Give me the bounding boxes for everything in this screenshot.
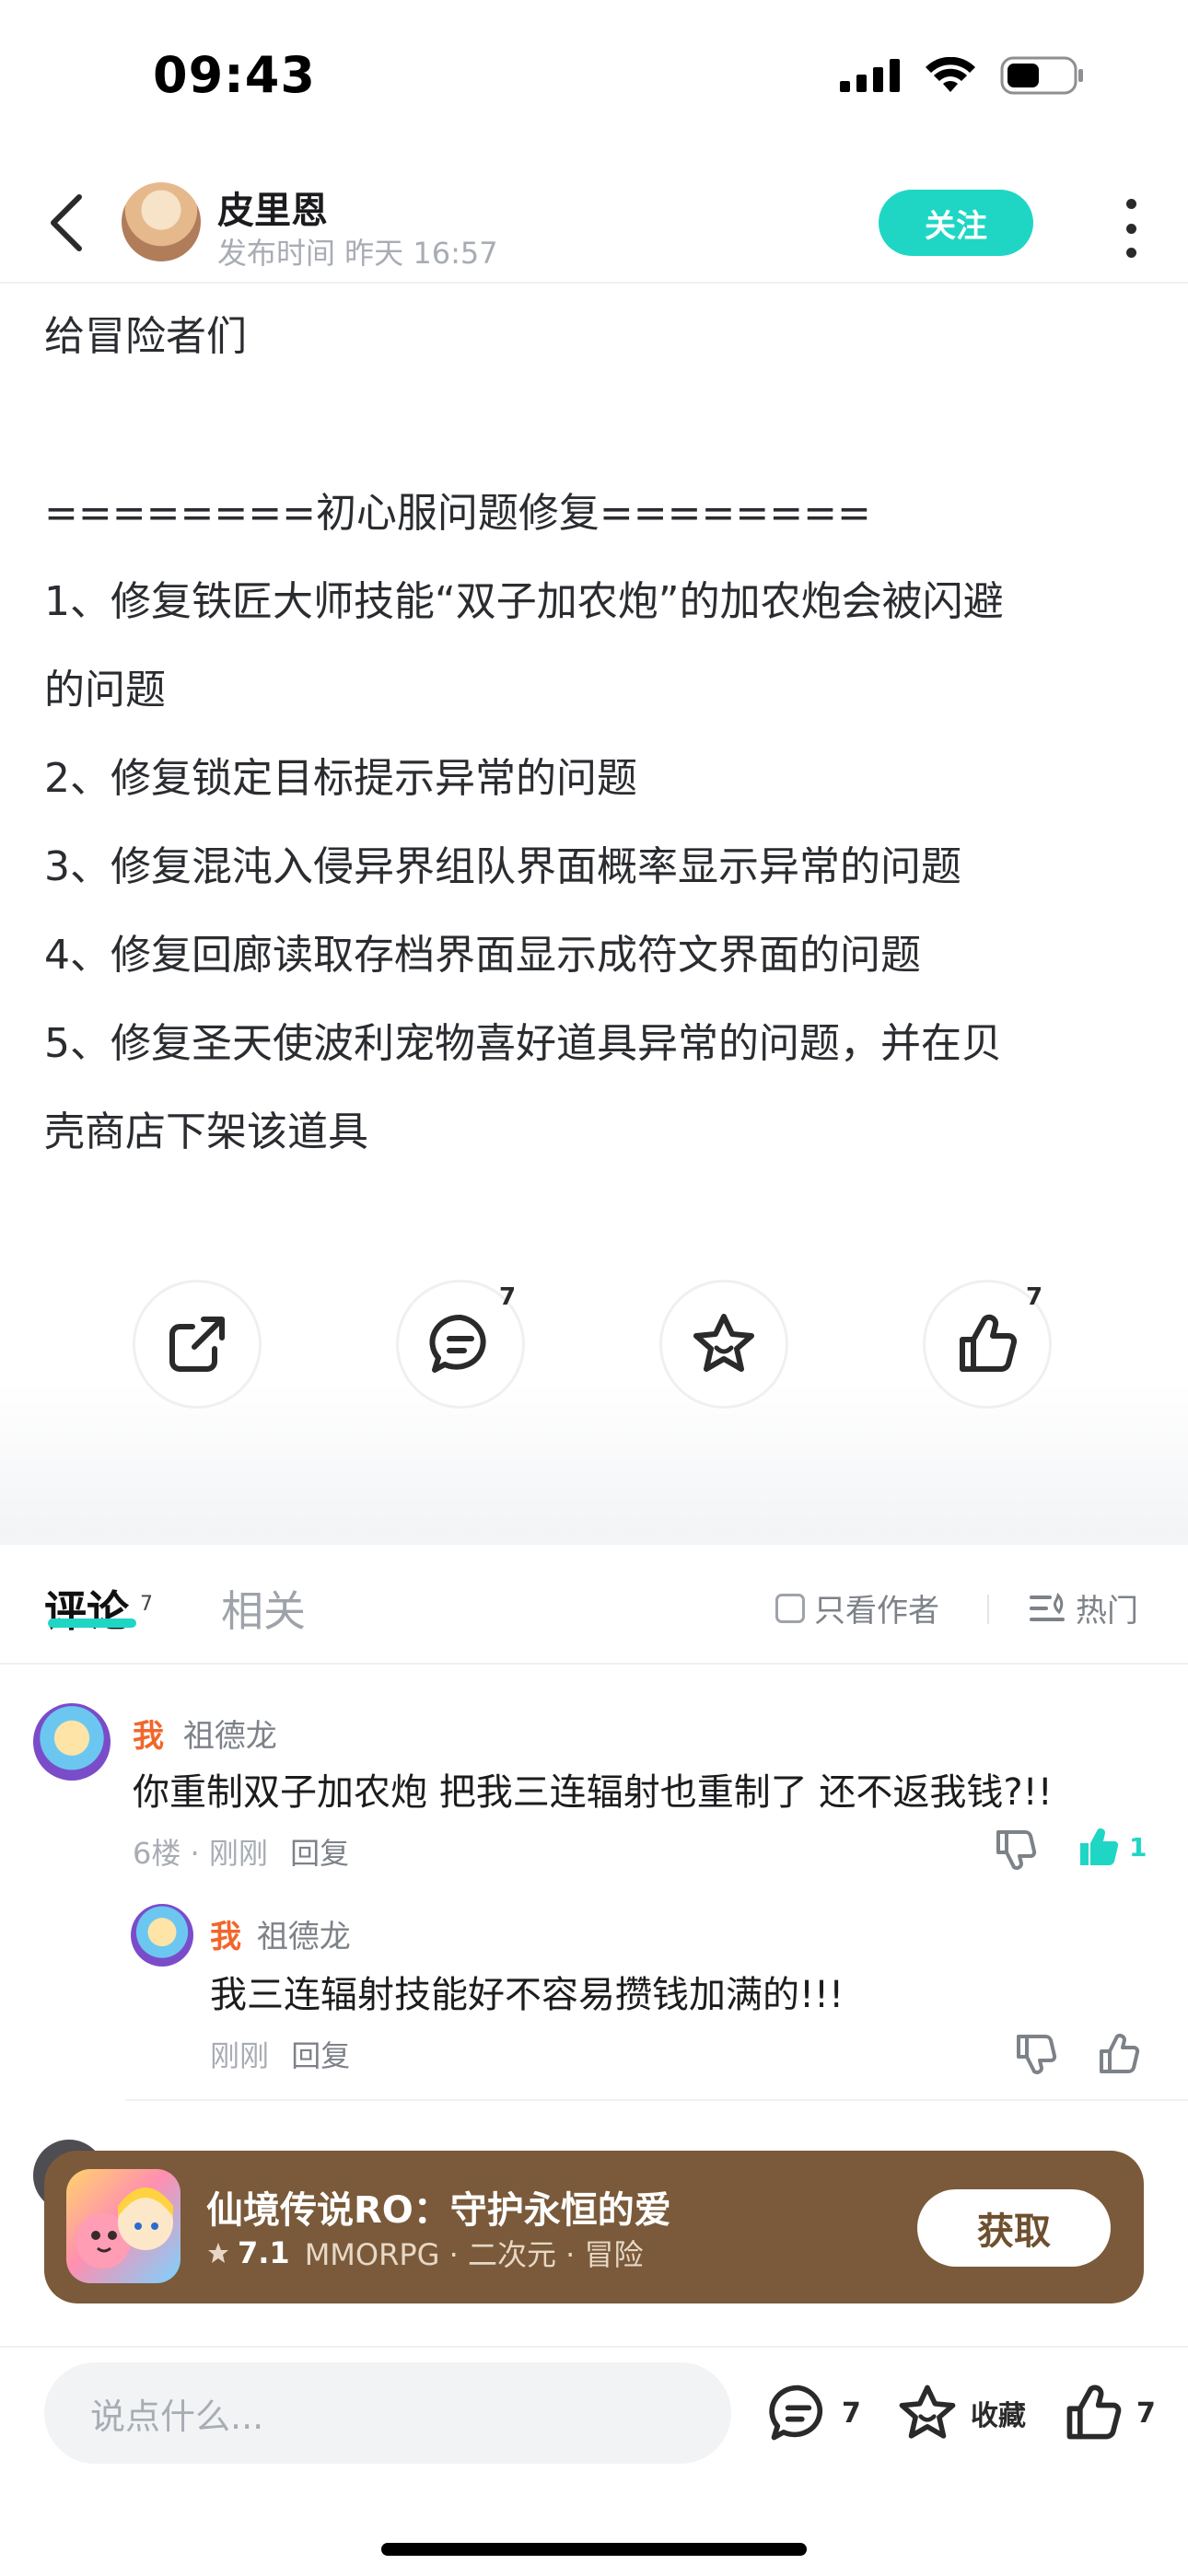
comment-meta: 6楼 · 刚刚 回复 — [133, 1830, 349, 1873]
tab-related[interactable]: 相关 — [221, 1578, 306, 1639]
author-avatar[interactable] — [122, 182, 201, 261]
tab-comments-count: 7 — [140, 1593, 153, 1616]
post-line: 壳商店下架该道具 — [44, 1108, 368, 1155]
only-author-checkbox[interactable] — [775, 1593, 805, 1623]
tab-active-indicator — [48, 1619, 136, 1628]
game-meta: 7.1 MMORPG · 二次元 · 冒险 — [206, 2232, 643, 2274]
bottom-like-count: 7 — [1136, 2396, 1156, 2430]
bottom-comment-button[interactable]: 7 — [766, 2381, 861, 2445]
post-line: 2、修复锁定目标提示异常的问题 — [44, 755, 637, 802]
thumbs-up-icon[interactable] — [1096, 2031, 1142, 2077]
only-author-label: 只看作者 — [814, 1593, 939, 1630]
comment-input-placeholder: 说点什么... — [90, 2396, 264, 2437]
me-tag: 我 — [210, 1919, 241, 1955]
reply-time: 刚刚 — [210, 2038, 270, 2073]
comment-action-count: 7 — [499, 1283, 517, 1311]
author-name[interactable]: 皮里恩 — [217, 180, 328, 234]
dislike-icon[interactable] — [1013, 2031, 1059, 2077]
reply-username-text: 祖德龙 — [256, 1919, 351, 1955]
game-icon[interactable] — [66, 2169, 181, 2283]
comment-username[interactable]: 我 祖德龙 — [133, 1711, 277, 1756]
post-line: 的问题 — [44, 667, 166, 714]
bottom-comment-count: 7 — [842, 2396, 861, 2430]
tab-comments[interactable]: 评论 — [44, 1578, 129, 1639]
comment-floor-time: 6楼 · 刚刚 — [133, 1836, 268, 1871]
get-game-button[interactable]: 获取 — [917, 2189, 1111, 2267]
tab-separator — [987, 1595, 989, 1624]
comment-like-count: 1 — [1129, 1832, 1147, 1862]
thumbs-up-icon — [960, 1314, 1018, 1372]
post-line: ========初心服问题修复======== — [44, 490, 871, 537]
sort-icon — [1030, 1592, 1065, 1621]
more-options-icon[interactable] — [1120, 199, 1142, 258]
sort-hot-label: 热门 — [1076, 1593, 1138, 1630]
post-line: 5、修复圣天使波利宠物喜好道具异常的问题，并在贝 — [44, 1020, 1002, 1067]
bottom-like-button[interactable]: 7 — [1061, 2381, 1156, 2445]
reply-avatar[interactable] — [131, 1904, 193, 1967]
bottom-favorite-button[interactable]: 收藏 — [895, 2381, 1026, 2445]
home-indicator[interactable] — [381, 2543, 807, 2556]
post-line: 给冒险者们 — [44, 313, 247, 360]
bottom-favorite-label: 收藏 — [971, 2400, 1026, 2432]
reply-divider — [125, 2099, 1188, 2101]
back-icon[interactable] — [42, 190, 94, 256]
game-tags: MMORPG · 二次元 · 冒险 — [304, 2237, 644, 2272]
comment-reply-button[interactable]: 回复 — [290, 1836, 349, 1871]
reply-meta: 刚刚 回复 — [210, 2033, 350, 2075]
me-tag: 我 — [133, 1718, 164, 1755]
game-title[interactable]: 仙境传说RO：守护永恒的爱 — [206, 2180, 671, 2234]
reply-username[interactable]: 我 祖德龙 — [210, 1911, 351, 1956]
wifi-icon — [926, 57, 975, 92]
game-character-icon — [76, 2187, 173, 2269]
rating-star-icon — [208, 2243, 228, 2263]
header-divider — [0, 282, 1188, 284]
dislike-icon[interactable] — [993, 1827, 1039, 1873]
post-line: 4、修复回廊读取存档界面显示成符文界面的问题 — [44, 932, 921, 979]
post-time: 发布时间 昨天 16:57 — [217, 236, 498, 271]
status-icons — [840, 56, 1085, 95]
favorite-action-button[interactable] — [659, 1280, 788, 1409]
post-line — [44, 381, 1149, 470]
tabs-divider — [0, 1663, 1188, 1665]
thumbs-up-icon — [1066, 2385, 1122, 2440]
post-body: 给冒险者们 ========初心服问题修复======== 1、修复铁匠大师技能… — [44, 293, 1149, 1177]
reply-reply-button[interactable]: 回复 — [291, 2038, 350, 2073]
post-line: 3、修复混沌入侵异界组队界面概率显示异常的问题 — [44, 843, 961, 890]
sort-hot-button[interactable]: 热门 — [1030, 1585, 1138, 1630]
post-line: 1、修复铁匠大师技能“双子加农炮”的加农炮会被闪避 — [44, 578, 1004, 625]
star-icon — [899, 2385, 956, 2439]
only-author-toggle[interactable]: 只看作者 — [775, 1585, 939, 1630]
star-icon — [693, 1314, 754, 1372]
comment-username-text: 祖德龙 — [182, 1718, 277, 1755]
comment-icon — [429, 1314, 486, 1373]
comment-text[interactable]: 你重制双子加农炮 把我三连辐射也重制了 还不返我钱?!! — [133, 1762, 1053, 1816]
game-score: 7.1 — [238, 2235, 290, 2270]
share-button[interactable] — [133, 1280, 262, 1409]
status-time: 09:43 — [153, 46, 316, 104]
follow-button[interactable]: 关注 — [879, 190, 1033, 256]
like-action-count: 7 — [1026, 1283, 1043, 1311]
cellular-signal-icon — [840, 59, 900, 92]
share-icon — [169, 1317, 225, 1372]
section-separator — [0, 1530, 1188, 1545]
battery-icon — [1000, 56, 1083, 95]
reply-text[interactable]: 我三连辐射技能好不容易攒钱加满的!!! — [210, 1965, 844, 2018]
comment-input[interactable]: 说点什么... — [44, 2362, 731, 2464]
liked-thumbs-up-icon[interactable] — [1076, 1825, 1122, 1871]
commenter-avatar[interactable] — [33, 1703, 111, 1781]
comment-icon — [769, 2385, 823, 2441]
